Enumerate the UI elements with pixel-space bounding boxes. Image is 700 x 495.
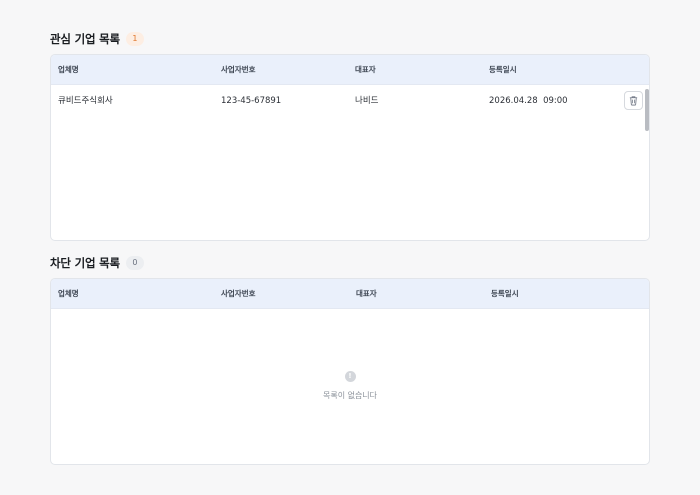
- watch-list-title: 관심 기업 목록: [50, 32, 120, 46]
- column-header-company: 업체명: [58, 289, 79, 298]
- info-icon: !: [344, 371, 356, 382]
- block-list-table: 업체명 사업자번호 대표자 등록일시 ! 목록이 없습니다: [50, 278, 650, 465]
- table-header: 업체명 사업자번호 대표자 등록일시: [51, 279, 649, 309]
- column-header-biz-no: 사업자번호: [221, 65, 256, 74]
- block-list-header: 차단 기업 목록 0: [50, 254, 650, 272]
- cell-biz-no: 123-45-67891: [221, 96, 282, 106]
- cell-registered: 2026.04.28 09:00: [489, 96, 568, 106]
- empty-state: ! 목록이 없습니다: [51, 371, 649, 401]
- watch-count-badge: 1: [125, 32, 144, 46]
- table-header: 업체명 사업자번호 대표자 등록일시: [51, 55, 649, 85]
- trash-icon: [629, 96, 638, 106]
- block-list-section: 차단 기업 목록 0 업체명 사업자번호 대표자 등록일시 ! 목록이 없습니다: [50, 254, 650, 465]
- column-header-registered: 등록일시: [489, 65, 517, 74]
- empty-state-text: 목록이 없습니다: [322, 391, 378, 400]
- watch-list-table: 업체명 사업자번호 대표자 등록일시 큐비드주식회사 123-45-67891 …: [50, 54, 650, 241]
- column-header-ceo: 대표자: [355, 65, 376, 74]
- watch-list-section: 관심 기업 목록 1 업체명 사업자번호 대표자 등록일시 큐비드주식회사 12…: [50, 30, 650, 241]
- cell-ceo: 나비드: [355, 96, 379, 106]
- column-header-biz-no: 사업자번호: [221, 289, 256, 298]
- table-scrollbar[interactable]: [645, 89, 649, 131]
- cell-company: 큐비드주식회사: [58, 96, 113, 106]
- watch-list-header: 관심 기업 목록 1: [50, 30, 650, 48]
- block-list-title: 차단 기업 목록: [50, 256, 120, 270]
- block-count-badge: 0: [125, 256, 144, 270]
- column-header-company: 업체명: [58, 65, 79, 74]
- table-row[interactable]: 큐비드주식회사 123-45-67891 나비드 2026.04.28 09:0…: [51, 85, 649, 117]
- delete-button[interactable]: [624, 91, 643, 110]
- column-header-ceo: 대표자: [356, 289, 377, 298]
- column-header-registered: 등록일시: [491, 289, 519, 298]
